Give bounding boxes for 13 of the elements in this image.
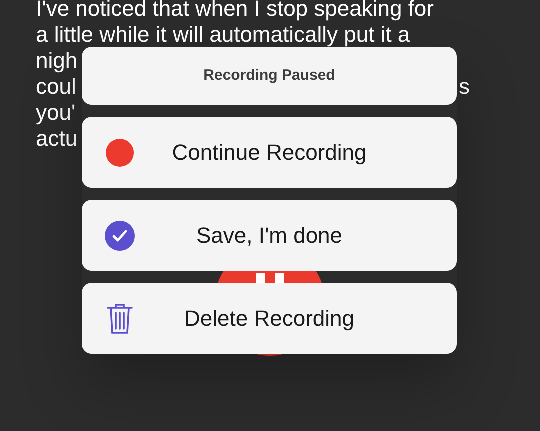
sheet-title: Recording Paused: [204, 66, 336, 86]
transcript-line: nigh: [36, 48, 78, 74]
transcript-line: you': [36, 100, 76, 126]
transcript-line: coul: [36, 74, 76, 100]
action-button[interactable]: Delete Recording: [82, 283, 457, 354]
action-button[interactable]: Save, I'm done: [82, 200, 457, 271]
transcript-line: actu: [36, 126, 78, 152]
transcript-line: I've noticed that when I stop speaking for: [36, 0, 434, 22]
transcript-line: a little while it will automatically put it a: [36, 22, 410, 48]
trash-icon: [106, 302, 134, 334]
action-button[interactable]: Continue Recording: [82, 117, 457, 188]
checkmark-circle-icon: [105, 220, 135, 250]
transcript-fragment: s: [459, 74, 470, 100]
